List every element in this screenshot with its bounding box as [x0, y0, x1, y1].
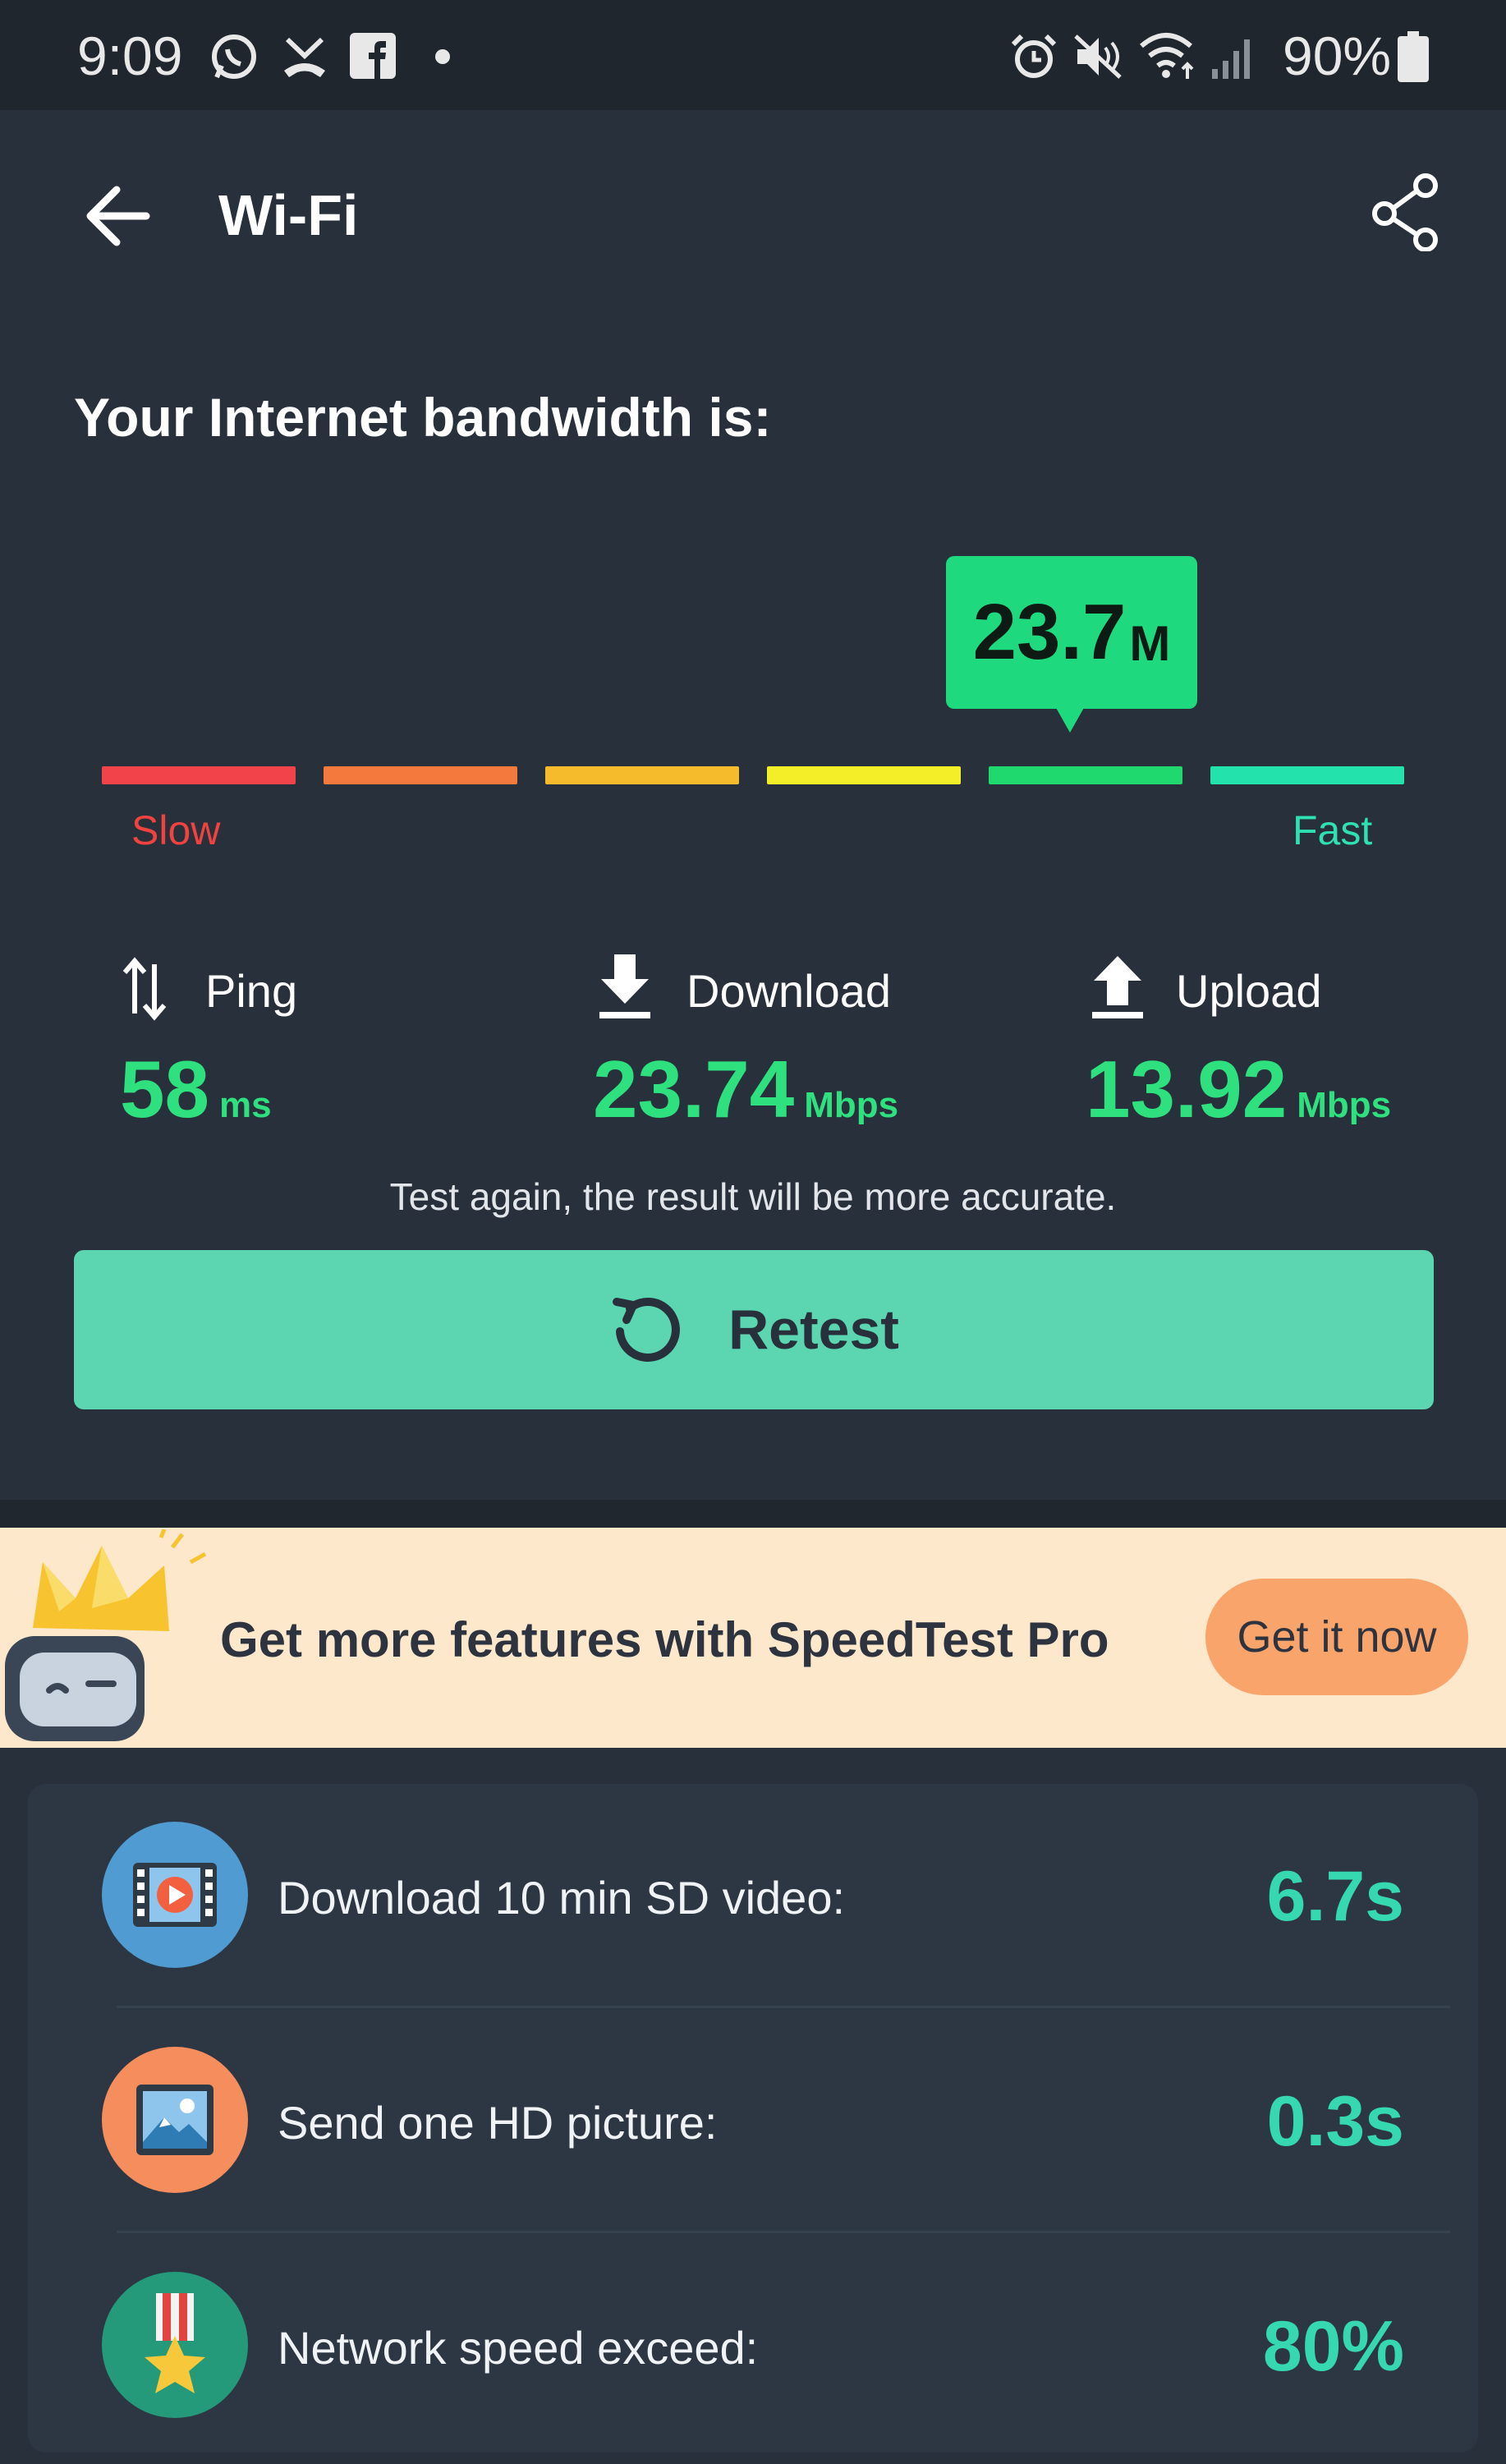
battery-percent: 90% [1283, 25, 1392, 86]
download-value: 23.74 [593, 1044, 795, 1134]
ping-label: Ping [205, 965, 298, 1017]
divider [117, 2231, 1450, 2233]
divider [117, 2006, 1450, 2008]
speed-bubble-unit: M [1129, 615, 1171, 671]
whatsapp-icon [212, 34, 256, 79]
upload-label: Upload [1176, 965, 1322, 1017]
get-it-now-button[interactable]: Get it now [1205, 1579, 1468, 1695]
upload-unit: Mbps [1297, 1085, 1392, 1125]
medal-icon [145, 2293, 205, 2393]
retest-button[interactable]: Retest [74, 1250, 1434, 1409]
retest-hint: Test again, the result will be more accu… [389, 1175, 1117, 1218]
mute-icon [1074, 34, 1122, 79]
picture-icon [136, 2085, 214, 2155]
upload-icon [1092, 956, 1143, 1018]
page-title: Wi-Fi [218, 183, 359, 247]
speed-bubble-pointer [1055, 706, 1085, 733]
speed-scale-segment [545, 766, 739, 784]
back-button[interactable] [82, 179, 156, 253]
signal-icon [1212, 39, 1250, 79]
speed-bubble-value: 23.7 [972, 588, 1127, 676]
missed-call-icon [284, 37, 325, 77]
bandwidth-heading: Your Internet bandwidth is: [74, 387, 772, 448]
download-unit: Mbps [804, 1085, 899, 1125]
info-label-exceed: Network speed exceed: [278, 2322, 759, 2374]
status-time: 9:09 [77, 25, 183, 86]
info-value-exceed: 80% [1262, 2307, 1404, 2386]
facebook-icon [350, 33, 396, 79]
speed-scale-segment [324, 766, 517, 784]
download-label: Download [686, 965, 892, 1017]
dot-icon [435, 49, 450, 64]
info-card: Download 10 min SD video: 6.7s Send one … [28, 1784, 1478, 2453]
speed-bubble: 23.7 M [946, 556, 1197, 709]
info-value-picture: 0.3s [1266, 2082, 1404, 2161]
speed-scale-segment [989, 766, 1182, 784]
info-row-icon-bg [102, 2047, 248, 2193]
upload-value: 13.92 [1086, 1044, 1288, 1134]
status-bar: 9:09 90% [0, 0, 1506, 110]
video-icon [133, 1863, 217, 1927]
battery-icon [1398, 31, 1429, 82]
speed-scale-segment [767, 766, 961, 784]
promo-text: Get more features with SpeedTest Pro [220, 1612, 1109, 1667]
info-row-icon-bg [102, 2272, 248, 2418]
download-icon [599, 954, 650, 1018]
info-label-picture: Send one HD picture: [278, 2097, 718, 2149]
retest-label: Retest [728, 1299, 899, 1361]
alarm-icon [1011, 34, 1057, 78]
speed-scale-segment [102, 766, 296, 784]
info-label-video: Download 10 min SD video: [278, 1872, 846, 1924]
ping-value: 58 [120, 1044, 210, 1134]
info-row-icon-bg [102, 1822, 248, 1968]
share-icon [1372, 173, 1438, 251]
retry-icon [613, 1297, 680, 1362]
ping-arrows-icon [122, 957, 167, 1021]
info-value-video: 6.7s [1266, 1857, 1404, 1936]
wifi-icon [1140, 33, 1194, 79]
ping-unit: ms [219, 1085, 272, 1125]
share-button[interactable] [1368, 172, 1447, 251]
arrow-left-icon [86, 186, 150, 246]
section-divider [0, 1500, 1506, 1528]
speed-scale-segment [1210, 766, 1404, 784]
slow-label: Slow [131, 807, 221, 853]
fast-label: Fast [1292, 807, 1373, 853]
crown-robot-icon [5, 1529, 207, 1741]
